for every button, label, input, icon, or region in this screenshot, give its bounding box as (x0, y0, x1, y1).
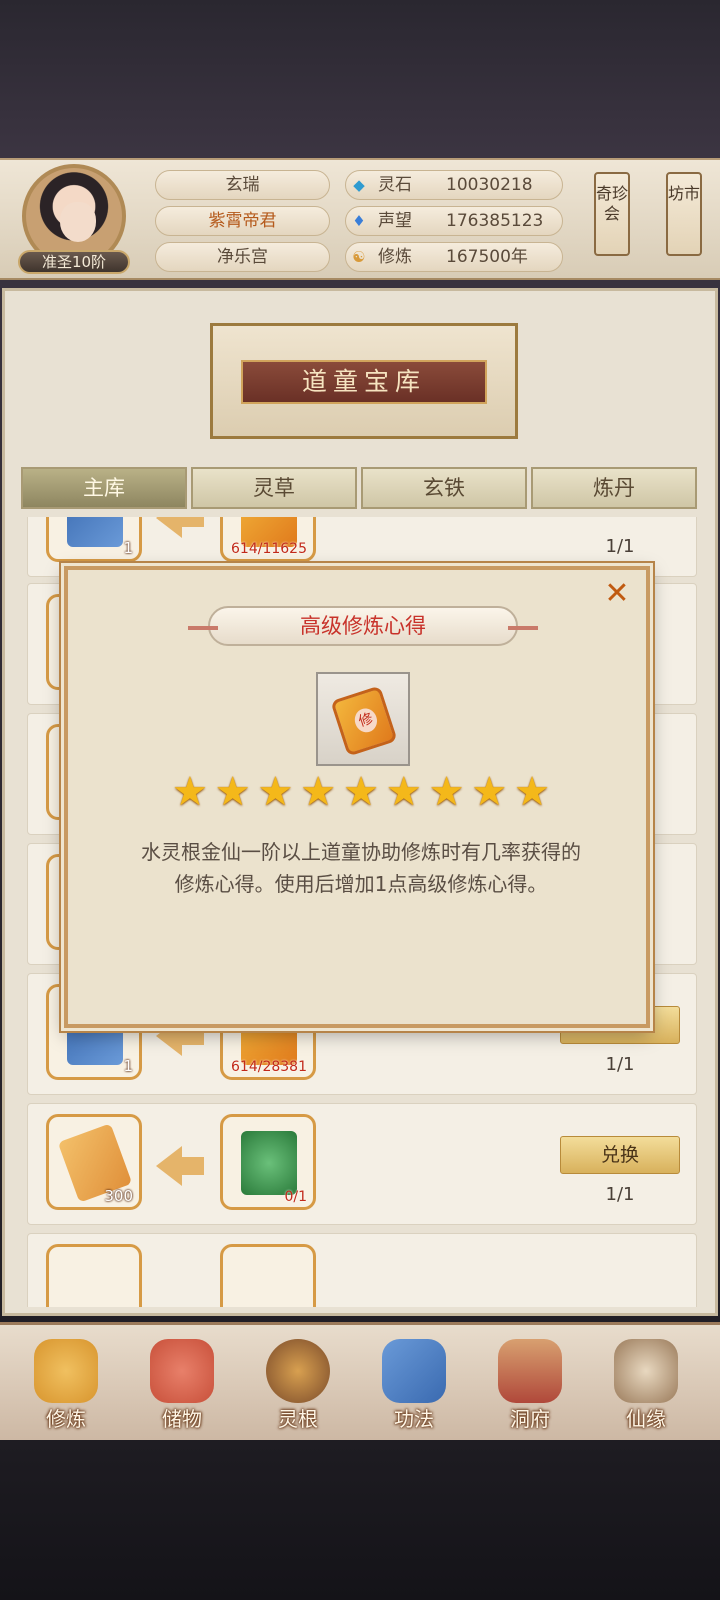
close-icon[interactable]: ✕ (602, 579, 632, 610)
market-banner[interactable]: 坊市 (666, 172, 702, 256)
page-title: 道童宝库 (241, 360, 487, 404)
player-title: 紫霄帝君 (155, 206, 330, 236)
nav-spirit-root[interactable]: 灵根 (242, 1333, 354, 1437)
description-line: 水灵根金仙一阶以上道童协助修炼时有几率获得的 (141, 840, 581, 864)
spirit-stone-icon: ◆ (353, 176, 365, 194)
player-sect: 净乐宫 (155, 242, 330, 272)
nav-technique[interactable]: 功法 (358, 1333, 470, 1437)
star-icon: ★ (385, 769, 422, 815)
rank-badge: 准圣10阶 (18, 250, 130, 274)
cultivation-icon: ☯ (352, 248, 366, 266)
player-header: 准圣10阶 玄瑞 紫霄帝君 净乐宫 ◆ 灵石 10030218 ♦ 声望 176… (0, 158, 720, 280)
tab-alchemy[interactable]: 炼丹 (531, 467, 697, 509)
treasure-auction-banner[interactable]: 奇珍会 (594, 172, 630, 256)
star-icon: ★ (428, 769, 465, 815)
spirit-root-icon (266, 1339, 330, 1403)
stat-value: 10030218 (446, 175, 533, 195)
arrow-left-icon (156, 1146, 204, 1186)
get-item-slot[interactable] (220, 1244, 316, 1307)
bottom-nav: 修炼 储物 灵根 功法 洞府 仙缘 (0, 1322, 720, 1440)
get-count: 614/11625 (231, 541, 307, 557)
get-item-slot[interactable]: 614/11625 (220, 517, 316, 562)
fate-icon (614, 1339, 678, 1403)
give-count: 1 (123, 539, 133, 557)
give-count: 300 (104, 1187, 133, 1205)
tab-main[interactable]: 主库 (21, 467, 187, 509)
stat-value: 176385123 (446, 211, 544, 231)
nav-label: 储物 (162, 1407, 202, 1431)
herb-icon (241, 1131, 297, 1195)
get-count: 614/28381 (231, 1059, 307, 1075)
star-icon: ★ (172, 769, 208, 815)
stat-label: 声望 (378, 211, 412, 231)
exchange-limit: 1/1 (605, 536, 635, 557)
technique-icon (382, 1339, 446, 1403)
player-name: 玄瑞 (155, 170, 330, 200)
nav-storage[interactable]: 储物 (126, 1333, 238, 1437)
stat-reputation: ♦ 声望 176385123 (345, 206, 563, 236)
list-item (27, 1233, 697, 1307)
exchange-limit: 1/1 (605, 1184, 635, 1205)
avatar-face (60, 202, 96, 242)
star-icon: ★ (257, 769, 294, 815)
cave-icon (498, 1339, 562, 1403)
item-preview: 修 (316, 672, 410, 766)
stat-label: 修炼 (378, 247, 412, 267)
star-icon: ★ (514, 769, 550, 815)
nav-label: 灵根 (278, 1407, 318, 1431)
nav-label: 仙缘 (626, 1407, 666, 1431)
star-icon: ★ (343, 769, 379, 815)
cultivate-icon (34, 1339, 98, 1403)
scroll-glyph: 修 (351, 705, 381, 736)
nav-cave[interactable]: 洞府 (474, 1333, 586, 1437)
star-icon: ★ (214, 769, 251, 815)
give-count: 1 (123, 1057, 133, 1075)
description-line: 修炼心得。使用后增加1点高级修炼心得。 (174, 872, 548, 896)
tab-iron[interactable]: 玄铁 (361, 467, 527, 509)
app-screen: 准圣10阶 玄瑞 紫霄帝君 净乐宫 ◆ 灵石 10030218 ♦ 声望 176… (0, 0, 720, 1600)
title-plaque: 道童宝库 (210, 323, 518, 439)
arrow-left-icon (156, 517, 204, 538)
nav-label: 洞府 (510, 1407, 550, 1431)
modal-title: 高级修炼心得 (300, 614, 426, 638)
nav-label: 功法 (394, 1407, 434, 1431)
star-icon: ★ (471, 769, 508, 815)
nav-fate[interactable]: 仙缘 (590, 1333, 702, 1437)
book-icon (67, 517, 123, 547)
star-rating: ★ ★ ★ ★ ★ ★ ★ ★ ★ (172, 770, 550, 814)
list-item: 300 0/1 兑换 1/1 (27, 1103, 697, 1225)
stat-value: 167500年 (446, 247, 528, 267)
item-detail-modal: ✕ 高级修炼心得 修 ★ ★ ★ ★ ★ ★ ★ ★ ★ 水灵根金仙一阶以上道童协助修炼时有几率… (64, 566, 650, 1028)
modal-title-frame: 高级修炼心得 (188, 606, 538, 646)
item-description: 水灵根金仙一阶以上道童协助修炼时有几率获得的 修炼心得。使用后增加1点高级修炼心… (88, 836, 634, 900)
nav-label: 修炼 (46, 1407, 86, 1431)
give-item-slot[interactable]: 1 (46, 517, 142, 562)
scroll-icon: 修 (330, 685, 398, 757)
reputation-icon: ♦ (352, 212, 366, 230)
stat-label: 灵石 (378, 175, 412, 195)
get-item-slot[interactable]: 0/1 (220, 1114, 316, 1210)
give-item-slot[interactable] (46, 1244, 142, 1307)
stat-cultivation: ☯ 修炼 167500年 (345, 242, 563, 272)
exchange-limit: 1/1 (605, 1054, 635, 1075)
exchange-button[interactable]: 兑换 (560, 1136, 680, 1174)
give-item-slot[interactable]: 300 (46, 1114, 142, 1210)
get-count: 0/1 (284, 1189, 307, 1205)
storage-icon (150, 1339, 214, 1403)
tab-herbs[interactable]: 灵草 (191, 467, 357, 509)
star-icon: ★ (300, 769, 337, 815)
stat-spirit-stone: ◆ 灵石 10030218 (345, 170, 563, 200)
nav-cultivate[interactable]: 修炼 (10, 1333, 122, 1437)
